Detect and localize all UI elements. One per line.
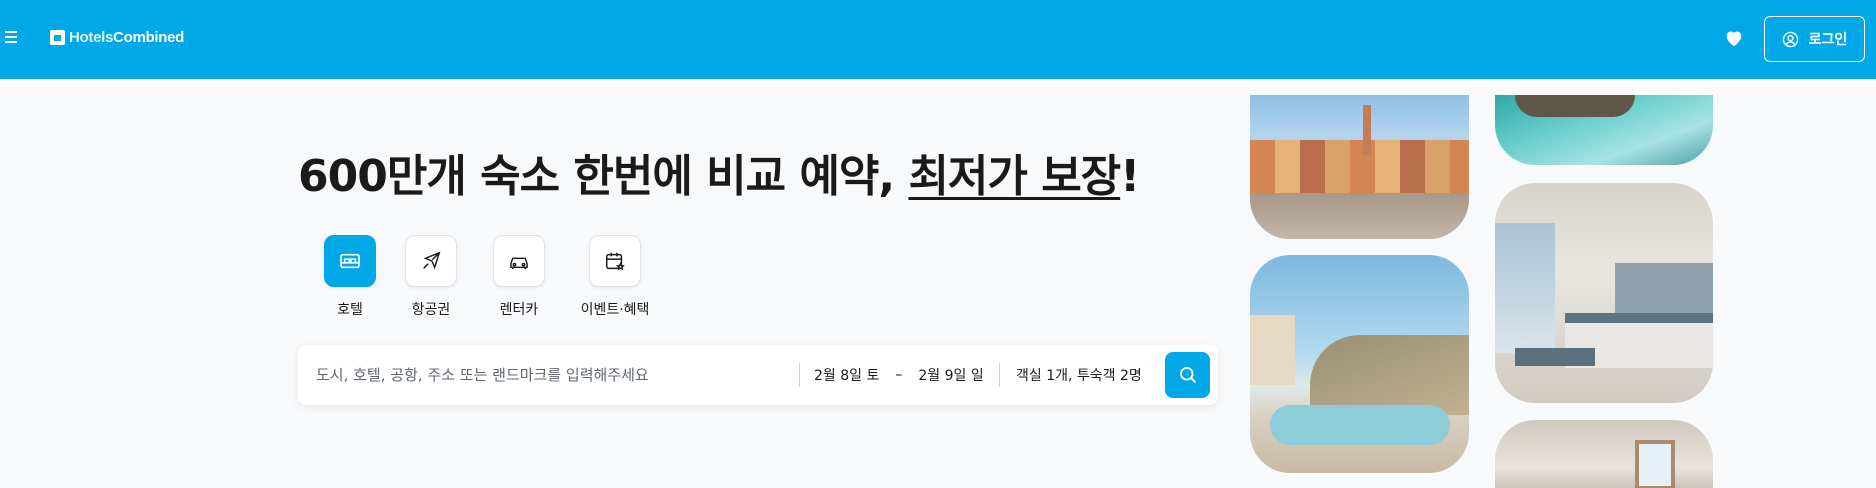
tab-label: 항공권 (411, 302, 451, 318)
brand-logo[interactable]: HotelsCombined (50, 29, 184, 46)
hotel-bedroom-photo (1495, 183, 1713, 403)
checkout-date: 2월 9일 일 (918, 368, 984, 384)
guests-selector[interactable]: 객실 1개, 투숙객 2명 (1000, 365, 1166, 385)
calendar-star-icon (606, 252, 625, 271)
logo-text-part2: Combined (113, 29, 184, 46)
logo-text-part1: Hotels (69, 29, 114, 46)
old-town-square-photo (1250, 95, 1469, 239)
car-icon (510, 257, 528, 270)
resort-pool-photo (1250, 255, 1469, 473)
login-label: 로그인 (1808, 32, 1848, 48)
checkin-date: 2월 8일 토 (814, 368, 880, 384)
destination-input[interactable] (298, 363, 800, 387)
hamburger-menu-icon[interactable] (5, 31, 19, 45)
page-headline: 600만개 숙소 한번에 비교 예약, 최저가 보장! (298, 151, 1140, 202)
tab-rental-cars[interactable]: 렌터카 (475, 235, 563, 319)
date-separator: – (895, 367, 903, 383)
favorites-heart-icon[interactable] (1723, 26, 1745, 50)
headline-highlight: 최저가 보장 (908, 151, 1121, 202)
date-range-picker[interactable]: 2월 8일 토 – 2월 9일 일 (800, 363, 1000, 387)
interior-photo (1495, 420, 1713, 488)
category-tabs: 호텔 항공권 렌터카 이벤트·혜택 (313, 235, 667, 319)
search-bar: 2월 8일 토 – 2월 9일 일 객실 1개, 투숙객 2명 (298, 345, 1218, 405)
logo-mark-icon (50, 30, 65, 45)
top-header: HotelsCombined 로그인 (0, 0, 1876, 79)
bed-icon (340, 253, 360, 269)
tab-flights[interactable]: 항공권 (387, 235, 475, 319)
search-icon (1179, 367, 1196, 384)
plane-icon (423, 251, 441, 270)
tab-label: 이벤트·혜택 (580, 302, 650, 318)
user-circle-icon (1782, 31, 1798, 47)
tab-label: 호텔 (337, 302, 363, 318)
sea-rocks-photo (1495, 95, 1713, 165)
tab-label: 렌터카 (499, 302, 539, 318)
tab-hotels[interactable]: 호텔 (313, 235, 387, 319)
login-button[interactable]: 로그인 (1764, 16, 1865, 62)
tab-events[interactable]: 이벤트·혜택 (563, 235, 667, 319)
search-button[interactable] (1165, 352, 1210, 398)
header-divider (0, 79, 1876, 86)
